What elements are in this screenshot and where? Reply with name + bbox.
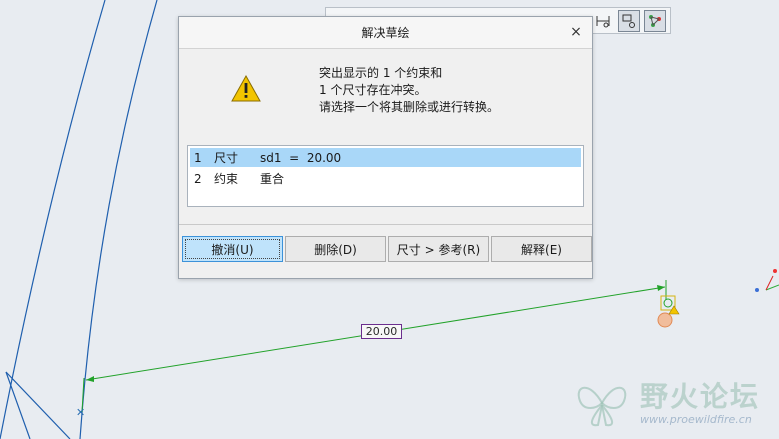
- forum-watermark: 野火论坛 www.proewildfire.cn: [568, 373, 774, 435]
- butterfly-logo-icon: [577, 386, 627, 427]
- coincident-point-highlight: [657, 312, 673, 328]
- delete-button[interactable]: 删除(D): [285, 236, 386, 262]
- list-item-number: 1: [194, 150, 202, 165]
- point-marker-left: ✕: [76, 406, 85, 419]
- undo-button[interactable]: 撤消(U): [182, 236, 283, 262]
- dialog-titlebar[interactable]: 解决草绘 ×: [179, 17, 592, 49]
- dimension-display-icon[interactable]: [592, 10, 614, 32]
- list-item-constraint[interactable]: 2 约束 重合: [190, 169, 581, 188]
- message-line-3: 请选择一个将其删除或进行转换。: [319, 100, 500, 114]
- csys-origin: [773, 269, 777, 273]
- dialog-title: 解决草绘: [361, 26, 410, 40]
- list-item-dimension[interactable]: 1 尺寸 sd1 = 20.00: [190, 148, 581, 167]
- csys-point: [755, 288, 759, 292]
- message-line-1: 突出显示的 1 个约束和: [319, 66, 443, 80]
- list-item-type: 尺寸: [214, 151, 239, 165]
- list-item-detail: sd1 = 20.00: [260, 150, 342, 165]
- list-item-number: 2: [194, 171, 202, 186]
- warning-icon: [231, 75, 261, 102]
- dimension-to-reference-button[interactable]: 尺寸 > 参考(R): [388, 236, 489, 262]
- dimension-value-label[interactable]: 20.00: [361, 324, 402, 339]
- dialog-body: 突出显示的 1 个约束和 1 个尺寸存在冲突。 请选择一个将其删除或进行转换。 …: [179, 49, 592, 223]
- message-line-2: 1 个尺寸存在冲突。: [319, 83, 427, 97]
- explain-button[interactable]: 解释(E): [491, 236, 592, 262]
- watermark-title: 野火论坛: [640, 380, 761, 413]
- watermark-url: www.proewildfire.cn: [640, 413, 752, 426]
- conflict-message: 突出显示的 1 个约束和 1 个尺寸存在冲突。 请选择一个将其删除或进行转换。: [319, 65, 499, 116]
- close-icon[interactable]: ×: [568, 24, 584, 40]
- vertex-display-icon[interactable]: [644, 9, 666, 32]
- resolve-sketch-dialog: 解决草绘 × 突出显示的 1 个约束和 1 个尺寸存在冲突。 请选择一个将其删除…: [178, 16, 593, 279]
- conflict-list[interactable]: 1 尺寸 sd1 = 20.00 2 约束 重合: [187, 145, 584, 207]
- dialog-button-bar: 撤消(U) 删除(D) 尺寸 > 参考(R) 解释(E): [179, 224, 592, 278]
- list-item-detail: 重合: [260, 172, 285, 186]
- list-item-type: 约束: [214, 172, 239, 186]
- constraint-display-icon[interactable]: [618, 9, 640, 32]
